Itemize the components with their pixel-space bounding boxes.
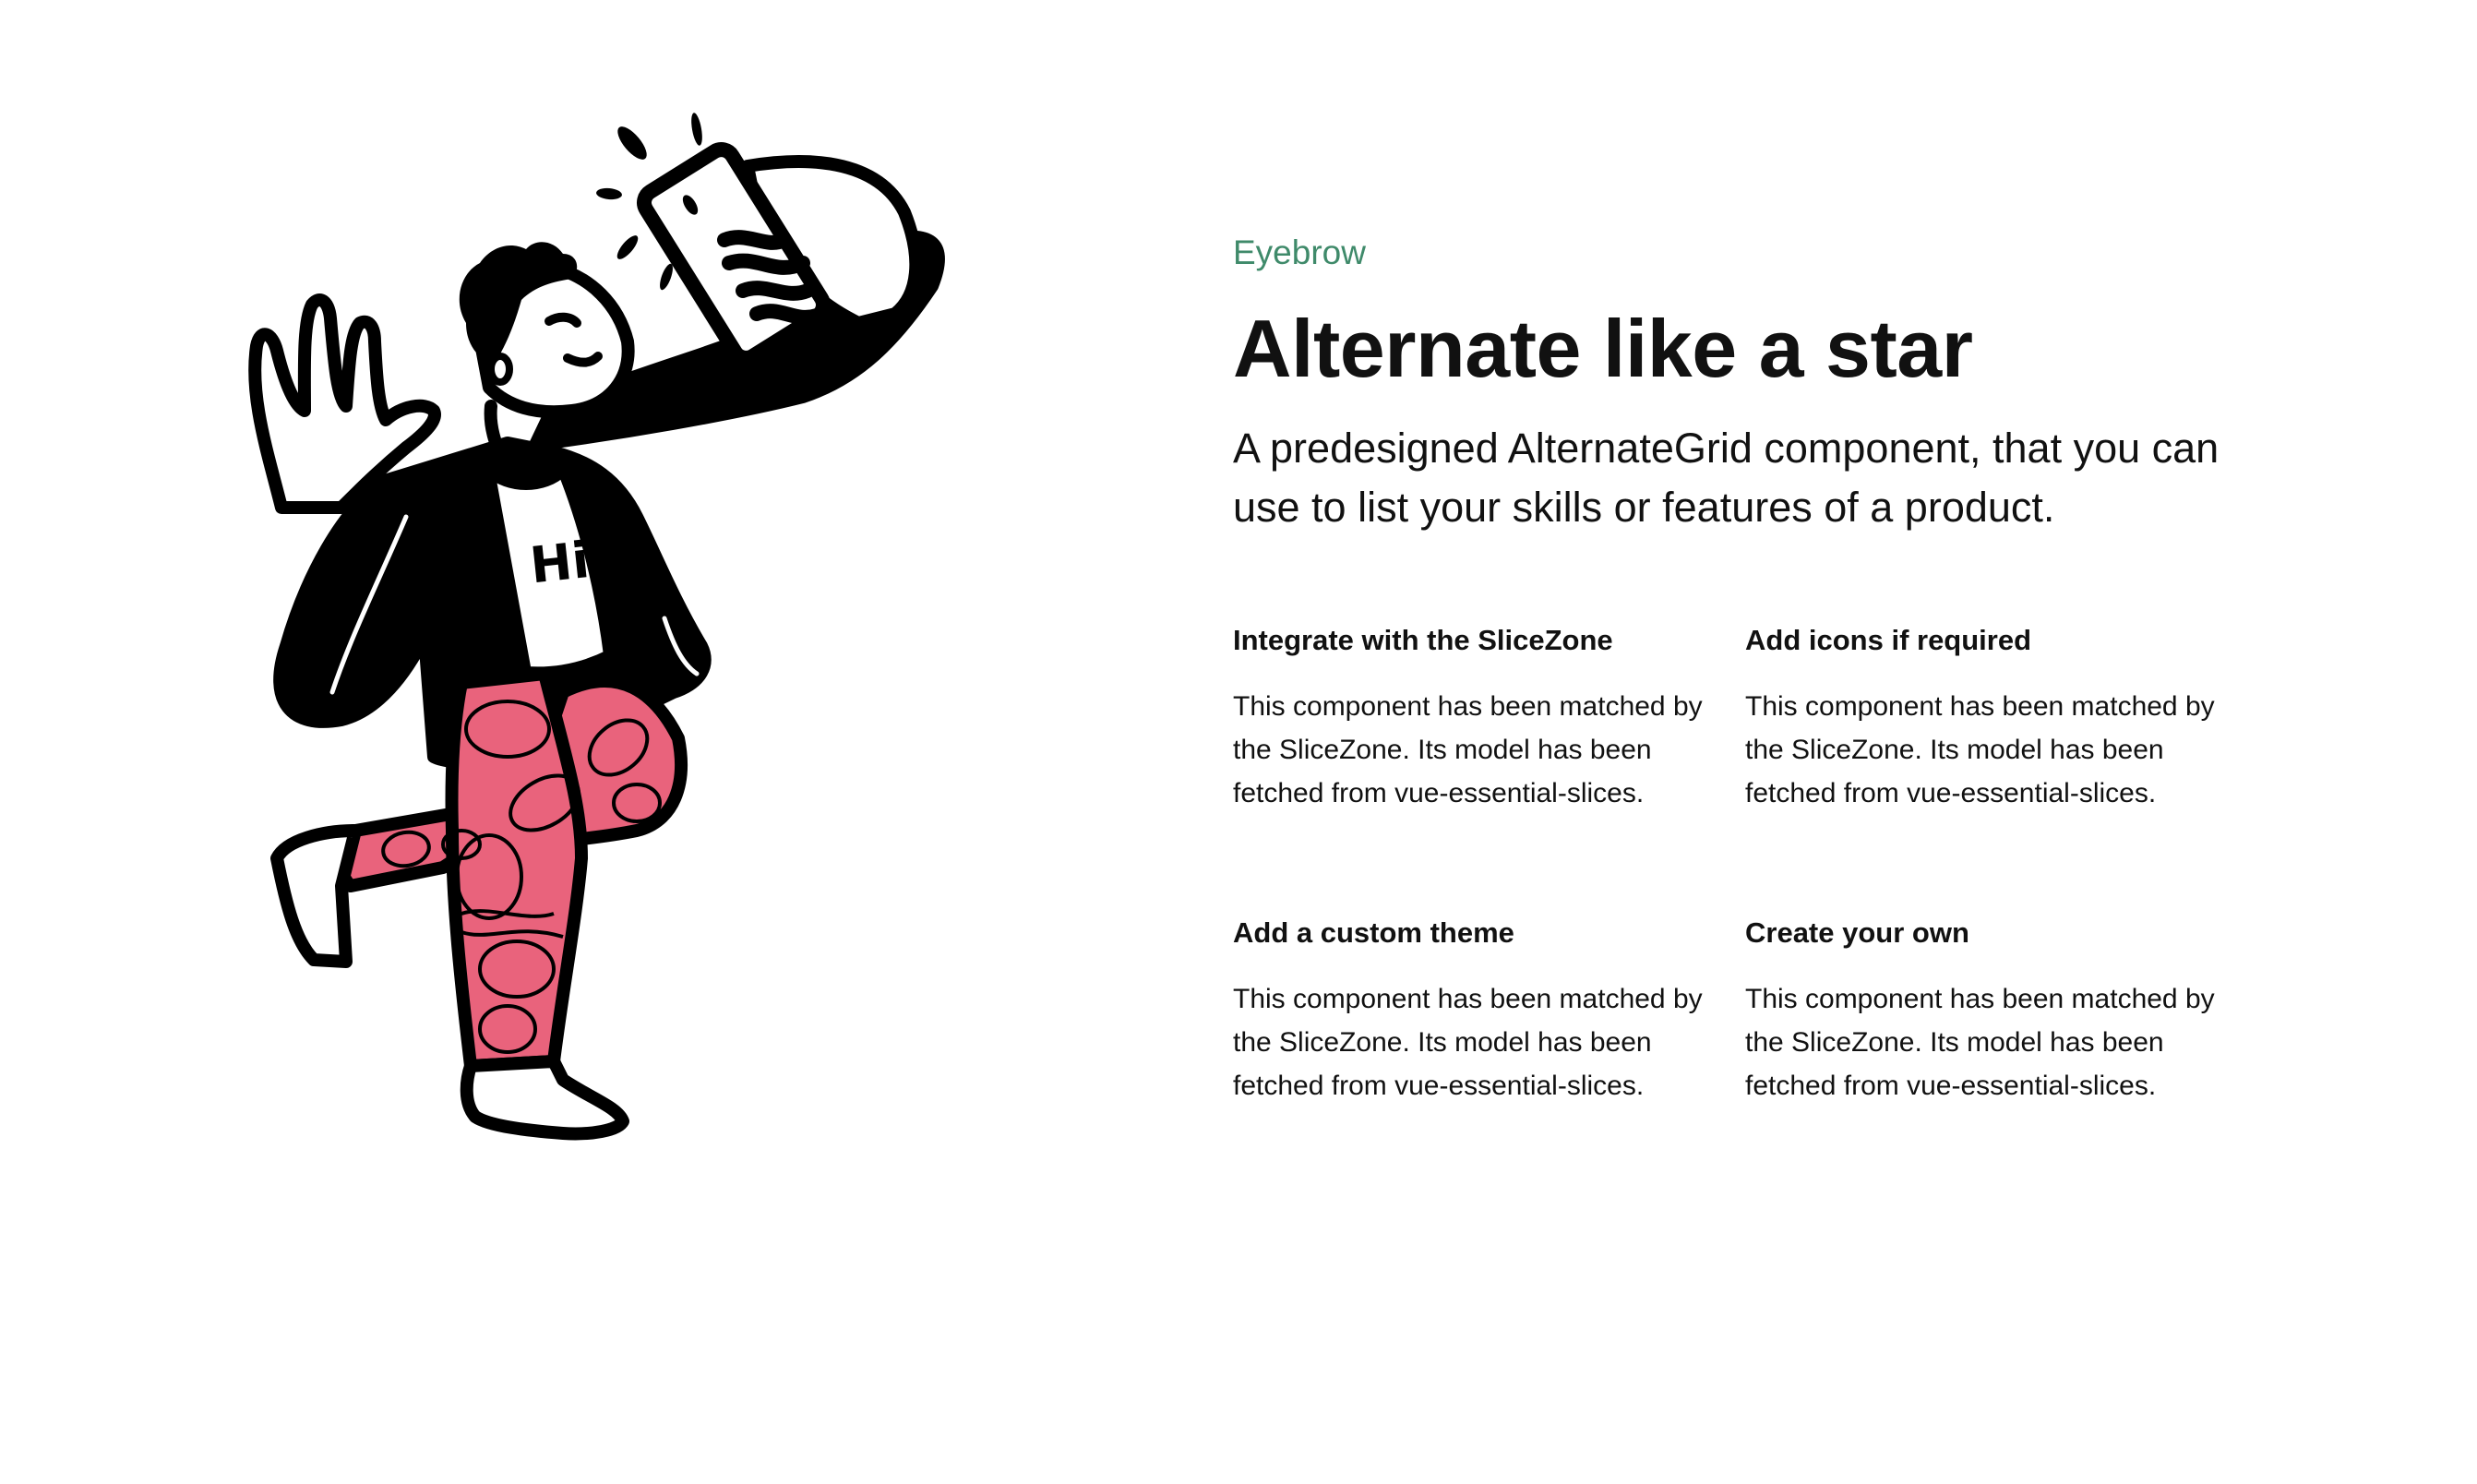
feature-title: Add a custom theme	[1233, 916, 1514, 949]
feature-text: This component has been matched by the S…	[1745, 691, 2215, 808]
feature-item: Integrate with the SliceZone This compon…	[1233, 622, 1745, 815]
shirt-text: Hi	[527, 531, 592, 594]
selfie-person-illustration: Hi	[157, 102, 1024, 1246]
feature-item: Add icons if required This component has…	[1745, 622, 2244, 815]
back-shoe	[270, 824, 362, 968]
alternate-grid-section: Eyebrow Alternate like a star A predesig…	[1233, 231, 2248, 1107]
feature-text: This component has been matched by the S…	[1745, 984, 2215, 1101]
feature-item: Add a custom theme This component has be…	[1233, 915, 1745, 1107]
feature-item: Create your own This component has been …	[1745, 915, 2244, 1107]
feature-title: Create your own	[1745, 916, 1969, 949]
page-title: Alternate like a star	[1233, 303, 1973, 394]
features-grid: Integrate with the SliceZone This compon…	[1233, 622, 2248, 1107]
section-description: A predesigned AlternateGrid component, t…	[1233, 425, 2220, 531]
feature-text: This component has been matched by the S…	[1233, 691, 1703, 808]
feature-title: Integrate with the SliceZone	[1233, 624, 1613, 656]
feature-title: Add icons if required	[1745, 624, 2032, 656]
eyebrow: Eyebrow	[1233, 233, 1366, 271]
front-shoe	[460, 1055, 629, 1141]
feature-text: This component has been matched by the S…	[1233, 984, 1703, 1101]
